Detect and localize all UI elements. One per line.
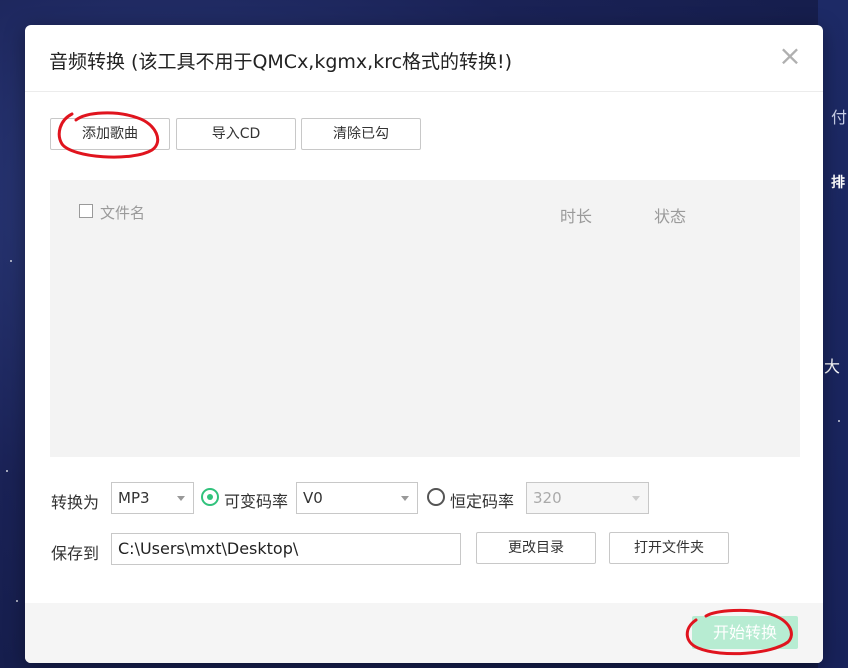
close-icon[interactable]: × [777, 42, 803, 70]
import-cd-button[interactable]: 导入CD [176, 118, 296, 150]
start-convert-button[interactable]: 开始转换 [692, 616, 798, 649]
background-text: 排 [831, 175, 845, 191]
convert-to-label: 转换为 [51, 493, 100, 512]
dialog-title: 音频转换 (该工具不用于QMCx,kgmx,krc格式的转换!) [49, 51, 513, 73]
background-star [838, 420, 840, 422]
chevron-down-icon [401, 496, 409, 501]
background-star [6, 470, 8, 472]
vbr-select[interactable]: V0 [296, 482, 418, 514]
vbr-value: V0 [303, 489, 323, 507]
cbr-radio[interactable] [427, 488, 445, 506]
file-list-header: 文件名 时长 状态 [50, 180, 800, 242]
cbr-select: 320 [526, 482, 649, 514]
clear-checked-button[interactable]: 清除已勾 [301, 118, 421, 150]
chevron-down-icon [177, 496, 185, 501]
chevron-down-icon [632, 496, 640, 501]
column-duration: 时长 [560, 207, 593, 226]
change-dir-button[interactable]: 更改目录 [476, 532, 596, 564]
column-filename: 文件名 [100, 204, 146, 222]
vbr-radio[interactable] [201, 488, 219, 506]
select-all-checkbox[interactable] [79, 204, 93, 218]
file-list[interactable]: 文件名 时长 状态 [50, 180, 800, 457]
format-select[interactable]: MP3 [111, 482, 194, 514]
open-folder-button[interactable]: 打开文件夹 [609, 532, 729, 564]
background-text: 大 [824, 357, 841, 376]
cbr-value: 320 [533, 489, 562, 507]
background-text: 付 [831, 108, 848, 127]
vbr-label: 可变码率 [224, 492, 289, 511]
cbr-label: 恒定码率 [450, 492, 515, 511]
background-star [10, 260, 12, 262]
background-star [16, 600, 18, 602]
save-path-input[interactable]: C:\Users\mxt\Desktop\ [111, 533, 461, 565]
audio-convert-dialog: 音频转换 (该工具不用于QMCx,kgmx,krc格式的转换!) × 添加歌曲 … [25, 25, 823, 663]
add-song-button[interactable]: 添加歌曲 [50, 118, 170, 150]
dialog-title-bar: 音频转换 (该工具不用于QMCx,kgmx,krc格式的转换!) × [25, 25, 823, 92]
column-status: 状态 [654, 207, 687, 226]
format-value: MP3 [118, 489, 150, 507]
save-to-label: 保存到 [51, 544, 100, 563]
